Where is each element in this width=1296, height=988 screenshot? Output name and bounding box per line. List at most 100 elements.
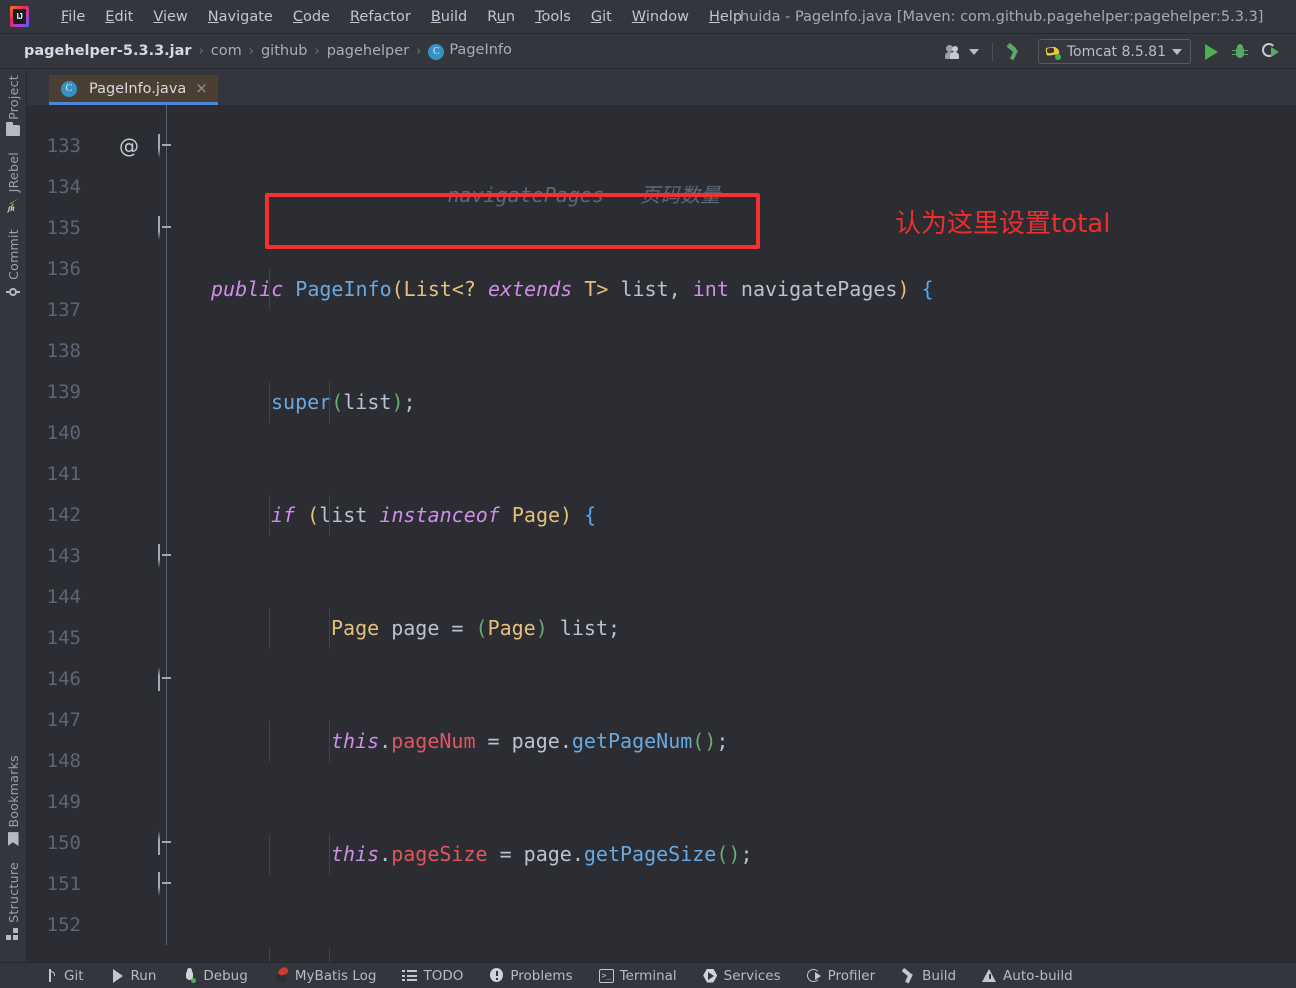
run-button[interactable] [1198,34,1225,69]
menu-item-navigate[interactable]: Navigate [198,6,283,28]
auto-build-warning-icon [982,968,997,983]
status-item-debug[interactable]: Debug [169,968,260,984]
run-icon [110,968,125,983]
code-line-partial: navigatePages – 页码数量 [207,177,1296,205]
gutter-line: 147 [27,699,207,740]
breadcrumb-item-pagehelper[interactable]: pagehelper [321,43,415,59]
breadcrumb-item-github[interactable]: github [255,43,314,59]
status-item-label: Debug [203,967,248,984]
gutter-line: 140 [27,412,207,453]
status-item-build[interactable]: Build [888,968,969,984]
menu-item-git[interactable]: Git [581,6,622,28]
fold-marker-icon[interactable] [158,872,175,896]
menu-item-file[interactable]: File [51,6,95,28]
hammer-icon [1006,42,1024,61]
menu-item-view[interactable]: View [143,6,197,28]
user-settings-button[interactable] [938,34,986,69]
build-hammer-icon [901,967,916,984]
status-item-services[interactable]: Services [690,968,794,984]
gutter-line: 152 [27,904,207,945]
build-project-button[interactable] [999,34,1031,69]
fold-marker-icon[interactable] [158,667,175,691]
code-line-137: this.pageNum = page.getPageNum(); [207,721,1296,762]
status-item-mybatis-log[interactable]: MyBatis Log [261,966,390,984]
fold-marker-icon[interactable] [158,544,175,568]
debug-button[interactable] [1225,34,1255,69]
toolbar-divider [991,41,993,62]
line-number: 144 [46,585,81,608]
class-badge-icon: C [428,44,445,60]
gutter-line: 143 [27,535,207,576]
status-item-label: Terminal [619,967,677,984]
javadoc-partial-text: navigatePages – 页码数量 [447,183,721,207]
git-branch-icon [43,968,58,983]
breadcrumb-item-class[interactable]: C PageInfo [422,42,518,60]
play-icon [1205,43,1218,60]
code-editor[interactable]: 133 @ 134 135 136 137 138 139 140 141 142… [27,105,1296,962]
run-with-coverage-button[interactable] [1255,34,1286,69]
status-item-label: TODO [423,967,464,984]
status-item-label: Problems [510,967,573,984]
menu-item-refactor[interactable]: Refactor [340,6,421,28]
menu-item-run[interactable]: Run [477,6,525,28]
menu-item-edit[interactable]: Edit [95,6,143,28]
gutter-line: 148 [27,740,207,781]
line-number: 152 [46,913,81,936]
status-item-todo[interactable]: TODO [389,968,476,984]
mybatis-icon [274,966,289,983]
status-item-label: Git [64,967,84,984]
user-icon [944,44,965,60]
status-item-label: Build [922,967,957,984]
sidebar-item-jrebel[interactable]: JRebel JR [5,152,21,213]
breadcrumb-item-jar[interactable]: pagehelper-5.3.3.jar [18,43,198,59]
breadcrumb-separator: › [314,43,320,59]
gutter-line: 138 [27,330,207,371]
sidebar-item-structure[interactable]: Structure [6,862,21,940]
red-annotation-text: 认为这里设置total [895,209,1111,239]
sidebar-item-commit[interactable]: Commit [6,229,21,299]
todo-list-icon [402,968,418,983]
line-number: 134 [46,175,81,198]
close-icon[interactable]: × [195,81,208,96]
gutter-line: 133 @ [27,125,207,166]
fold-marker-icon[interactable] [158,831,175,855]
gutter-line: 149 [27,781,207,822]
editor-tab-bar: C PageInfo.java × [27,69,1296,105]
fold-marker-icon[interactable] [158,216,175,240]
sidebar-item-bookmarks[interactable]: Bookmarks [6,755,21,847]
navigation-bar: pagehelper-5.3.3.jar › com › github › pa… [0,34,1296,69]
menu-item-code[interactable]: Code [283,6,340,28]
menu-item-build[interactable]: Build [421,6,477,28]
menu-item-window[interactable]: Window [622,6,699,28]
annotation-marker-icon[interactable]: @ [119,134,139,158]
tab-pageinfo-java[interactable]: C PageInfo.java × [49,75,218,105]
tomcat-icon [1045,44,1061,60]
line-number: 135 [46,216,81,239]
status-item-label: MyBatis Log [294,967,377,984]
line-number: 136 [46,257,81,280]
status-item-terminal[interactable]: >_ Terminal [586,968,690,984]
breadcrumb-separator: › [198,43,204,59]
status-item-git[interactable]: Git [30,968,97,984]
gutter-line: 141 [27,453,207,494]
bug-icon [1232,43,1248,60]
breadcrumb-separator: › [248,43,254,59]
status-item-problems[interactable]: Problems [476,968,585,984]
editor-gutter[interactable]: 133 @ 134 135 136 137 138 139 140 141 142… [27,105,207,962]
gutter-line: 146 [27,658,207,699]
fold-marker-icon[interactable] [158,134,175,158]
run-configuration-selector[interactable]: Tomcat 8.5.81 [1031,34,1198,69]
code-text[interactable]: navigatePages – 页码数量 public PageInfo(Lis… [207,105,1296,962]
status-item-run[interactable]: Run [97,968,170,984]
breadcrumb-item-com[interactable]: com [205,43,248,59]
sidebar-item-project[interactable]: Project [6,75,21,136]
status-item-auto-build[interactable]: Auto-build [969,968,1086,984]
status-item-label: Auto-build [1003,967,1073,984]
menu-item-tools[interactable]: Tools [525,6,581,28]
line-number: 141 [46,462,81,485]
gutter-line: 135 [27,207,207,248]
status-item-profiler[interactable]: Profiler [794,968,889,984]
sidebar-item-label: JRebel [5,151,21,193]
breadcrumb-class-label: PageInfo [449,42,512,58]
code-line-134: super(list); [207,382,1296,423]
